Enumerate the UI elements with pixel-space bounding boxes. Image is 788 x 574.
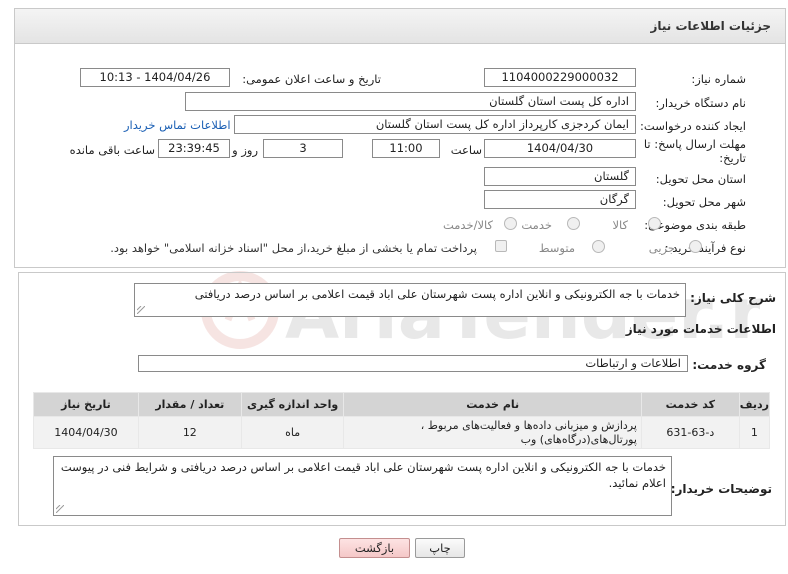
cell-service-name: پردازش و میزبانی داده‌ها و فعالیت‌های مر…	[343, 416, 642, 449]
buyer-org-field[interactable]: اداره کل پست استان گلستان	[185, 92, 636, 111]
page-title: جزئیات اطلاعات نیاز	[650, 19, 771, 33]
creator-label: ایجاد کننده درخواست:	[640, 119, 746, 133]
category-goods-service-radio[interactable]	[504, 217, 517, 230]
remaining-time-field[interactable]: 23:39:45	[158, 139, 230, 158]
summary-text: خدمات با جه الکترونیکی و انلاین اداره پس…	[194, 287, 680, 301]
cell-quantity: 12	[137, 416, 242, 449]
purchase-minor-radio[interactable]	[689, 240, 702, 253]
category-goods-radio[interactable]	[648, 217, 661, 230]
cell-need-date: 1404/04/30	[33, 416, 139, 449]
summary-label: شرح کلی نیاز:	[690, 291, 776, 305]
panel-header: جزئیات اطلاعات نیاز	[14, 8, 786, 44]
treasury-payment-checkbox[interactable]	[495, 240, 507, 252]
deadline-label: مهلت ارسال پاسخ: تا	[643, 137, 746, 151]
deadline-time-field[interactable]: 11:00	[372, 139, 440, 158]
buyer-notes-label: توضیحات خریدار:	[670, 482, 772, 496]
treasury-payment-note: پرداخت تمام یا بخشی از مبلغ خرید،از محل …	[110, 241, 477, 255]
back-button[interactable]: بازگشت	[339, 538, 410, 558]
announce-datetime-field[interactable]: 1404/04/26 - 10:13	[80, 68, 230, 87]
purchase-type-label: نوع فرآیند خرید :	[664, 241, 746, 255]
cell-row: 1	[738, 416, 771, 449]
buyer-org-label: نام دستگاه خریدار:	[655, 96, 746, 110]
category-goods-label: کالا	[612, 218, 628, 232]
resize-grip-icon[interactable]	[137, 306, 145, 314]
purchase-medium-label: متوسط	[538, 241, 575, 255]
province-label: استان محل تحویل:	[655, 172, 746, 186]
cell-unit: ماه	[240, 416, 345, 449]
resize-grip-icon[interactable]	[56, 505, 64, 513]
service-group-label: گروه خدمت:	[692, 358, 766, 372]
category-service-label: خدمت	[521, 218, 552, 232]
services-table: ردیف کد خدمت نام خدمت واحد اندازه گیری ت…	[33, 392, 771, 449]
creator-field[interactable]: ایمان کردجزی کارپرداز اداره کل پست استان…	[234, 115, 636, 134]
col-service-code: کد خدمت	[640, 392, 740, 417]
days-field[interactable]: 3	[263, 139, 343, 158]
print-button[interactable]: چاپ	[415, 538, 465, 558]
days-label: روز و	[232, 143, 258, 157]
need-number-field[interactable]: 1104000229000032	[484, 68, 636, 87]
buyer-notes-text: خدمات با جه الکترونیکی و انلاین اداره پس…	[60, 460, 666, 490]
col-row: ردیف	[738, 392, 771, 417]
purchase-medium-radio[interactable]	[592, 240, 605, 253]
city-field[interactable]: گرگان	[484, 190, 636, 209]
table-row[interactable]: 1 د-63-631 پردازش و میزبانی داده‌ها و فع…	[33, 416, 771, 449]
remaining-label: ساعت باقی مانده	[69, 143, 155, 157]
category-goods-service-label: کالا/خدمت	[442, 218, 493, 232]
buyer-notes-textarea[interactable]: خدمات با جه الکترونیکی و انلاین اداره پس…	[53, 456, 672, 516]
table-header-row: ردیف کد خدمت نام خدمت واحد اندازه گیری ت…	[33, 392, 771, 417]
time-label: ساعت	[450, 143, 482, 157]
services-heading: اطلاعات خدمات مورد نیاز	[625, 322, 776, 336]
city-label: شهر محل تحویل:	[662, 195, 746, 209]
announce-label: تاریخ و ساعت اعلان عمومی:	[242, 72, 381, 86]
buyer-contact-link[interactable]: اطلاعات تماس خریدار	[124, 118, 231, 132]
col-service-name: نام خدمت	[343, 392, 642, 417]
col-need-date: تاریخ نیاز	[33, 392, 139, 417]
need-number-label: شماره نیاز:	[691, 72, 746, 86]
col-quantity: تعداد / مقدار	[137, 392, 242, 417]
summary-textarea[interactable]: خدمات با جه الکترونیکی و انلاین اداره پس…	[134, 283, 686, 317]
province-field[interactable]: گلستان	[484, 167, 636, 186]
category-service-radio[interactable]	[567, 217, 580, 230]
deadline-date-label: تاریخ:	[719, 151, 746, 165]
purchase-minor-label: جزیی	[648, 241, 675, 255]
cell-service-code: د-63-631	[640, 416, 740, 449]
deadline-date-field[interactable]: 1404/04/30	[484, 139, 636, 158]
service-group-field[interactable]: اطلاعات و ارتباطات	[138, 355, 688, 372]
col-unit: واحد اندازه گیری	[240, 392, 345, 417]
